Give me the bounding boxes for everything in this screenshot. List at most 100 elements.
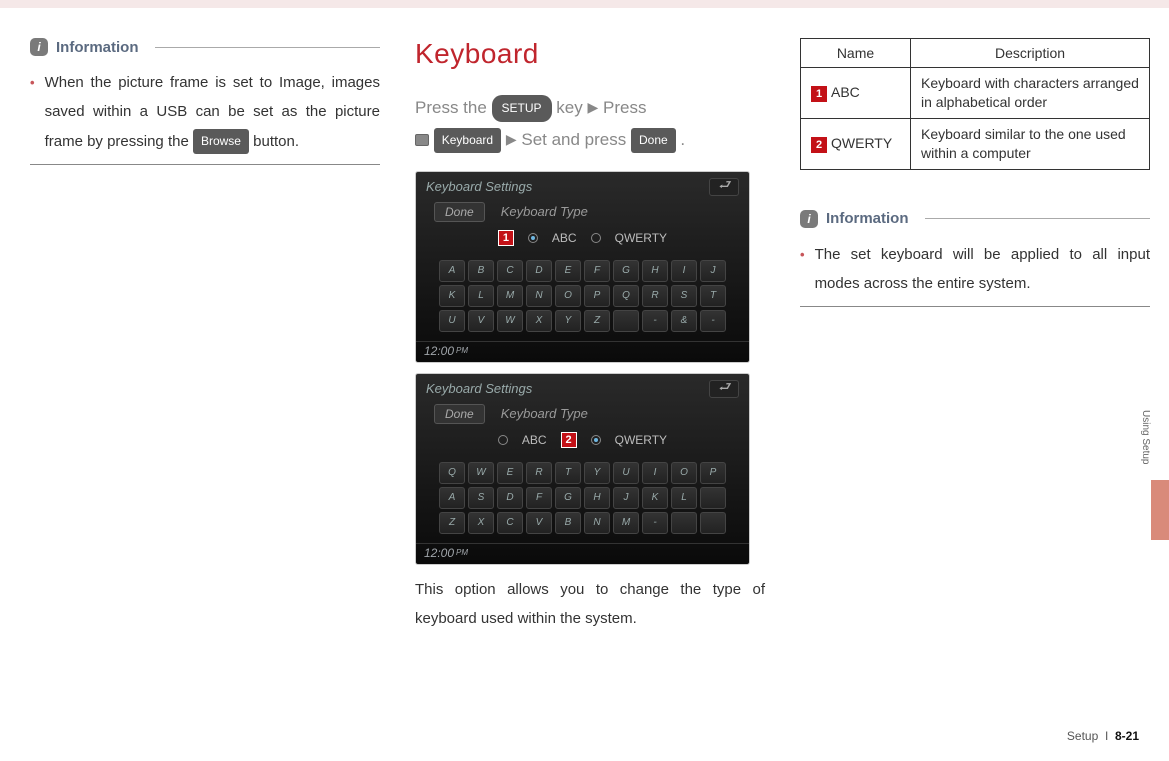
ss-subrow: Done Keyboard Type (416, 400, 749, 430)
ss-keygrid: ABCDEFGHIJ KLMNOPQRST UVWXYZ -&- (416, 254, 749, 341)
ss-done-button: Done (434, 202, 485, 222)
section-title: Keyboard (415, 38, 765, 70)
keyrow: ASDFGHJKL (436, 487, 729, 509)
row-name: ABC (831, 84, 860, 100)
info-title: Information (826, 210, 909, 227)
done-button-label: Done (631, 128, 676, 153)
ss-type-label: Keyboard Type (501, 406, 588, 421)
ss-time: 12:00PM (416, 543, 749, 564)
key: Z (439, 512, 465, 534)
key: S (671, 285, 697, 307)
footer-page: 8-21 (1115, 729, 1139, 743)
key: N (526, 285, 552, 307)
key: G (613, 260, 639, 282)
divider (30, 164, 380, 165)
row-number-badge: 1 (811, 86, 827, 102)
side-tab-label: Using Setup (1140, 410, 1151, 464)
browse-button-label: Browse (193, 129, 249, 154)
td-name: 1ABC (801, 68, 911, 119)
key: M (497, 285, 523, 307)
key: Y (555, 310, 581, 332)
row-name: QWERTY (831, 135, 892, 151)
key: K (439, 285, 465, 307)
key: J (700, 260, 726, 282)
key: V (468, 310, 494, 332)
ss-time-pm: PM (456, 548, 468, 557)
keyboard-button-label: Keyboard (434, 128, 501, 153)
key: P (584, 285, 610, 307)
ss-done-button: Done (434, 404, 485, 424)
caption-text: This option allows you to change the typ… (415, 575, 765, 634)
ss-keygrid: QWERTYUIOP ASDFGHJKL ZXCVBNM- (416, 456, 749, 543)
key: Q (613, 285, 639, 307)
key: M (613, 512, 639, 534)
info-icon: i (800, 210, 818, 228)
key: O (555, 285, 581, 307)
key: L (671, 487, 697, 509)
ss-time-pm: PM (456, 346, 468, 355)
callout-2: 2 (561, 432, 577, 448)
th-desc: Description (911, 39, 1150, 68)
key: D (526, 260, 552, 282)
ss-time: 12:00PM (416, 341, 749, 362)
left-column: i Information • When the picture frame i… (30, 38, 380, 633)
info-icon: i (30, 38, 48, 56)
radio-on-icon (528, 233, 538, 243)
back-icon: ⮐ (709, 380, 739, 398)
key: H (642, 260, 668, 282)
key (613, 310, 639, 332)
info-bullet-right: • The set keyboard will be applied to al… (800, 240, 1150, 299)
keyrow: QWERTYUIOP (436, 462, 729, 484)
key: G (555, 487, 581, 509)
key: B (468, 260, 494, 282)
row-number-badge: 2 (811, 137, 827, 153)
key: L (468, 285, 494, 307)
td-desc: Keyboard with characters arranged in alp… (911, 68, 1150, 119)
ss-time-value: 12:00 (424, 546, 454, 560)
key: X (468, 512, 494, 534)
page-footer: Setup I 8-21 (1067, 729, 1139, 743)
key: X (526, 310, 552, 332)
instr-p2: key (556, 98, 587, 117)
divider (925, 218, 1151, 219)
instruction-text: Press the SETUP key ▶ Press Keyboard ▶ S… (415, 92, 765, 157)
key: I (671, 260, 697, 282)
table-row: 2QWERTY Keyboard similar to the one used… (801, 118, 1150, 169)
info-title: Information (56, 39, 139, 56)
divider (800, 306, 1150, 307)
footer-section: Setup (1067, 729, 1098, 743)
footer-sep: I (1105, 729, 1108, 743)
key: A (439, 260, 465, 282)
td-desc: Keyboard similar to the one used within … (911, 118, 1150, 169)
keyrow: KLMNOPQRST (436, 285, 729, 307)
info-text: When the picture frame is set to Image, … (45, 68, 380, 156)
ss-title: Keyboard Settings (426, 381, 532, 396)
ss-titlebar: Keyboard Settings ⮐ (416, 172, 749, 198)
side-marker (1151, 480, 1169, 540)
divider (155, 47, 381, 48)
keyrow: ZXCVBNM- (436, 512, 729, 534)
ss-time-value: 12:00 (424, 344, 454, 358)
key: U (439, 310, 465, 332)
key: H (584, 487, 610, 509)
instr-period: . (680, 130, 685, 149)
screenshot-qwerty: Keyboard Settings ⮐ Done Keyboard Type A… (415, 373, 750, 565)
ss-type-label: Keyboard Type (501, 204, 588, 219)
key: S (468, 487, 494, 509)
table-header-row: Name Description (801, 39, 1150, 68)
key: C (497, 260, 523, 282)
bullet-icon: • (30, 68, 35, 156)
info-text: The set keyboard will be applied to all … (815, 240, 1150, 299)
key: Q (439, 462, 465, 484)
key: W (468, 462, 494, 484)
key: Y (584, 462, 610, 484)
arrow-icon: ▶ (587, 99, 598, 115)
td-name: 2QWERTY (801, 118, 911, 169)
keyrow: UVWXYZ -&- (436, 310, 729, 332)
radio-off-icon (498, 435, 508, 445)
key: V (526, 512, 552, 534)
key: F (526, 487, 552, 509)
key: Z (584, 310, 610, 332)
key: J (613, 487, 639, 509)
ss-opt-qwerty: QWERTY (615, 231, 667, 245)
